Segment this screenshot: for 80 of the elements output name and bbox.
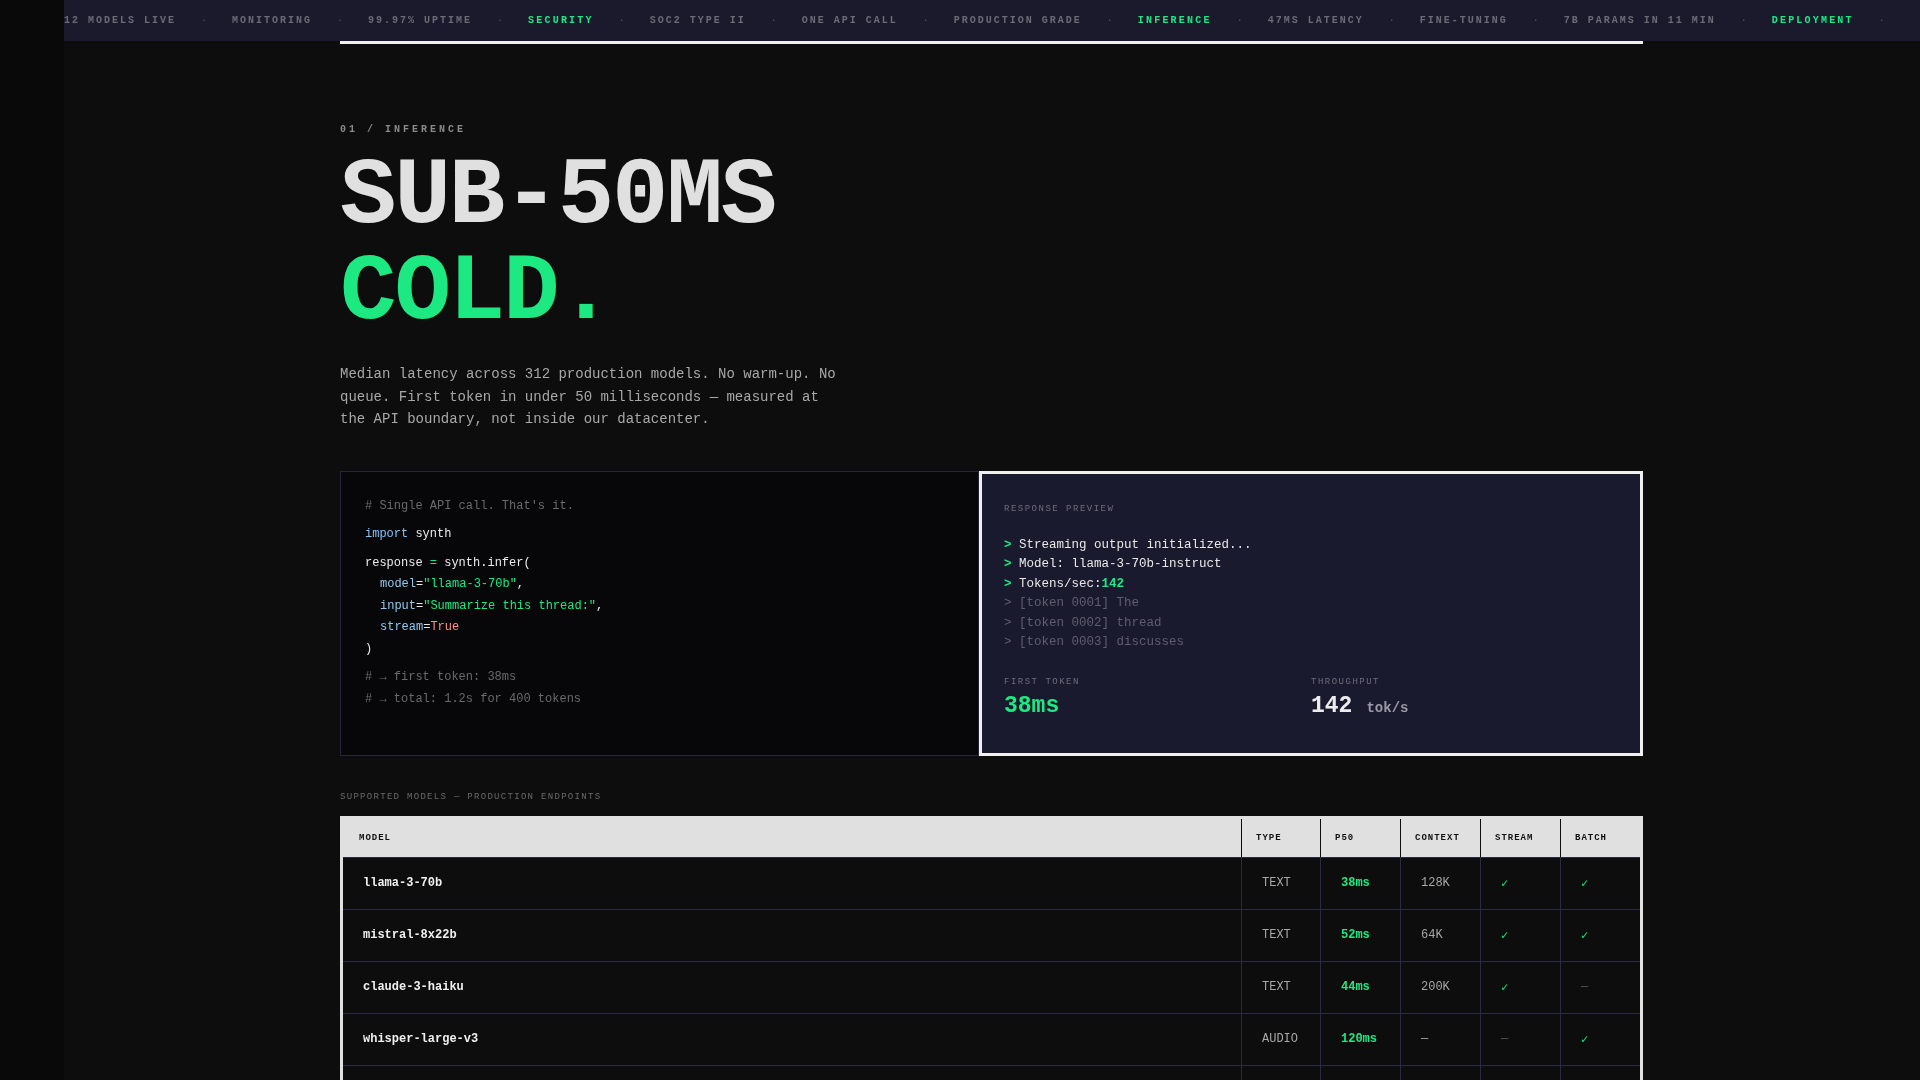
headline-accent: COLD.: [340, 245, 614, 341]
table-cell: 38ms: [1320, 857, 1400, 909]
ticker-item: 99.97% UPTIME: [368, 15, 473, 26]
ticker-item: 7B PARAMS IN 11 MIN: [1563, 15, 1716, 26]
code-line: # → first token: 38ms: [365, 669, 518, 686]
ticker-separator: ·: [1740, 15, 1747, 26]
table-cell: 52ms: [1320, 909, 1400, 961]
ticker-separator: ·: [922, 15, 929, 26]
table-cell-text: whisper-large-v3: [362, 1031, 480, 1048]
ticker-separator: ·: [201, 15, 208, 26]
ticker-item: MONITORING: [232, 15, 313, 26]
table-cell: 128K: [1400, 857, 1480, 909]
table-cell: —: [1480, 1013, 1560, 1065]
ticker-item: DEPLOYMENT: [1771, 15, 1854, 26]
code-line: # Single API call. That's it.: [365, 497, 575, 515]
code-line: model="llama-3-70b",: [379, 576, 526, 593]
column-header: TYPE: [1241, 818, 1320, 857]
ticker-item: ONE API CALL: [801, 15, 898, 26]
headline: SUB-50MS: [340, 149, 777, 245]
section-eyebrow: 01 / INFERENCE: [340, 124, 467, 135]
column-header: BATCH: [1560, 818, 1640, 857]
ticker-separator: ·: [1106, 15, 1113, 26]
output-line: > Tokens/sec:142: [1004, 575, 1126, 593]
code-line: import synth: [365, 526, 453, 543]
ticker-separator: ·: [1878, 15, 1885, 26]
output-line: > Model: llama-3-70b-instruct: [1004, 556, 1223, 573]
table-cell-text: claude-3-haiku: [362, 979, 465, 996]
table-cell: ✓: [1480, 857, 1560, 909]
ticker-item: SECURITY: [528, 15, 594, 26]
column-header: STREAM: [1480, 818, 1560, 857]
table-cell: 44ms: [1320, 961, 1400, 1013]
ticker-item: INFERENCE: [1137, 15, 1212, 26]
ticker-item: 12 MODELS LIVE: [64, 15, 176, 26]
table-cell: TEXT: [1241, 961, 1320, 1013]
table-cell: ✓: [1560, 909, 1640, 961]
ticker-separator: ·: [618, 15, 625, 26]
ticker-item: 47MS LATENCY: [1267, 15, 1364, 26]
code-line: ): [365, 640, 374, 658]
table-cell: TEXT: [1241, 909, 1320, 961]
description: Median latency across 312 production models. No warm-up. No queue. First token in under 50 milliseconds — measured at the API boundary, not inside our datacenter.: [340, 365, 837, 429]
ticker-separator: ·: [1236, 15, 1243, 26]
ticker-item: SOC2 TYPE II: [649, 15, 746, 26]
table-cell: ✓: [1560, 1013, 1640, 1065]
code-line: input="Summarize this thread:",: [379, 597, 605, 615]
table-cell: TEXT: [1241, 857, 1320, 909]
table-cell: —: [1400, 1013, 1480, 1065]
code-line: # → total: 1.2s for 400 tokens: [365, 690, 583, 708]
stat-label: FIRST TOKEN: [1004, 676, 1081, 687]
column-header: P50: [1320, 818, 1400, 857]
table-cell: AUDIO: [1241, 1013, 1320, 1065]
table-cell: —: [1560, 961, 1640, 1013]
ticker-separator: ·: [770, 15, 777, 26]
table-caption: SUPPORTED MODELS — PRODUCTION ENDPOINTS: [340, 791, 603, 802]
stat-unit: tok/s: [1366, 699, 1409, 716]
stat-value: 38ms: [1004, 692, 1060, 719]
output-line: > [token 0002] thread: [1004, 614, 1163, 632]
output-line: > [token 0001] The: [1004, 595, 1141, 612]
table-cell: ✓: [1480, 961, 1560, 1013]
ticker-separator: ·: [337, 15, 344, 26]
stat-label: THROUGHPUT: [1311, 676, 1381, 687]
table-cell-text: mistral-8x22b: [362, 927, 458, 944]
column-header: CONTEXT: [1400, 818, 1480, 857]
table-cell: 120ms: [1320, 1013, 1400, 1065]
ticker-separator: ·: [497, 15, 504, 26]
ticker-item: PRODUCTION GRADE: [953, 15, 1082, 26]
preview-title: RESPONSE PREVIEW: [1004, 503, 1116, 514]
table-cell: 64K: [1400, 909, 1480, 961]
output-line: > Streaming output initialized...: [1004, 536, 1253, 554]
output-line: > [token 0003] discusses: [1004, 634, 1186, 651]
table-cell: ✓: [1560, 857, 1640, 909]
table-cell: 200K: [1400, 961, 1480, 1013]
table-cell: ✓: [1480, 909, 1560, 961]
ticker-separator: ·: [1532, 15, 1539, 26]
code-line: response = synth.infer(: [365, 554, 532, 572]
code-line: stream=True: [379, 619, 461, 636]
table-cell-text: llama-3-70b: [362, 875, 444, 892]
column-header: MODEL: [358, 831, 392, 845]
stat-value: 142: [1311, 692, 1353, 719]
ticker-separator: ·: [1388, 15, 1395, 26]
ticker-item: FINE-TUNING: [1419, 15, 1508, 26]
